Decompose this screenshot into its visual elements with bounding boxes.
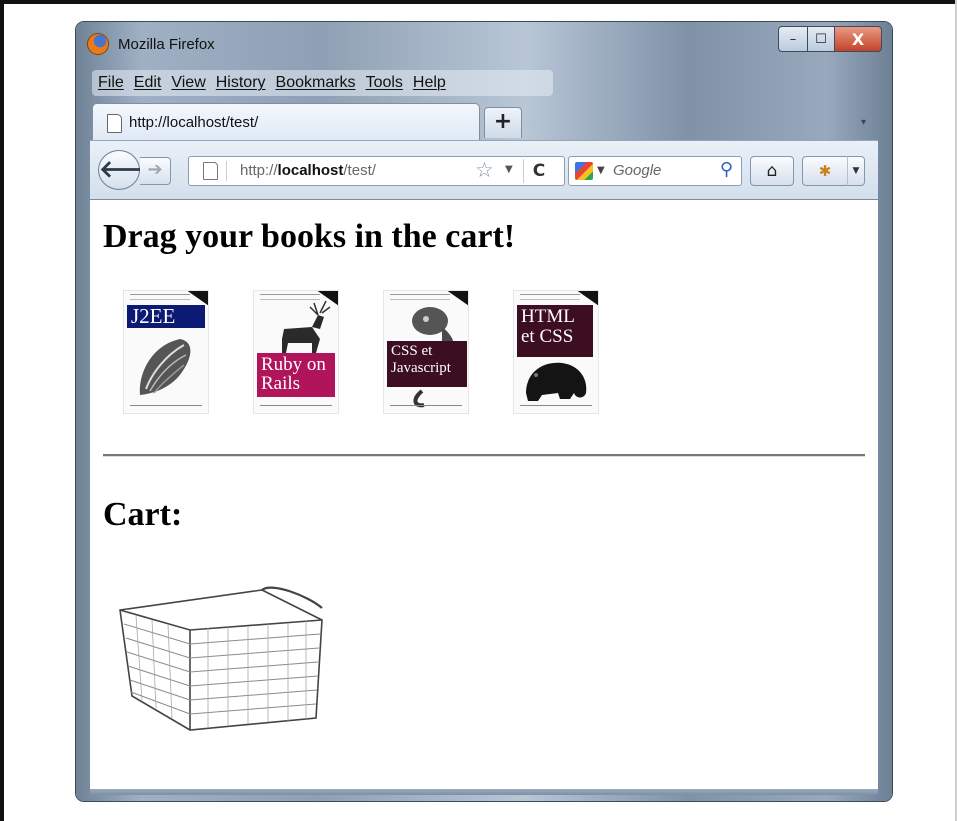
menu-history[interactable]: History — [216, 74, 266, 92]
bear-illustration — [526, 362, 587, 401]
book-title: CSS et Javascript — [387, 341, 467, 387]
tab-localhost-test[interactable]: http://localhost/test/ — [92, 103, 480, 142]
deer-illustration — [282, 300, 331, 353]
window-bottom-border — [90, 789, 878, 795]
book-item[interactable]: HTML et CSS — [513, 290, 599, 414]
page-icon — [107, 114, 122, 133]
search-input[interactable]: Google — [613, 162, 661, 179]
book-item[interactable]: CSS et Javascript — [383, 290, 469, 414]
menu-edit[interactable]: Edit — [134, 74, 162, 92]
figure-frame-left — [0, 0, 4, 821]
cover-header-lines — [130, 294, 190, 300]
chevron-down-icon[interactable]: ▼ — [505, 164, 513, 175]
url-bar[interactable]: http://localhost/test/ ☆ ▼ C — [188, 156, 565, 186]
book-list: J2EE Ruby on Rails CSS et Javascript HTM… — [118, 290, 618, 415]
tab-list-chevron-icon[interactable]: ▾ — [861, 117, 866, 128]
shell-illustration — [139, 339, 191, 395]
chevron-down-icon[interactable]: ▼ — [597, 165, 605, 176]
cover-footer — [390, 405, 462, 409]
cover-header-lines — [520, 294, 580, 300]
page-icon — [203, 162, 218, 180]
firefox-logo-icon — [88, 34, 108, 54]
caption-buttons: – ☐ X — [778, 26, 882, 52]
forward-arrow-icon[interactable]: ➔ — [140, 157, 171, 185]
url-separator — [226, 161, 227, 181]
url-host: localhost — [277, 162, 344, 179]
book-title: Ruby on Rails — [257, 353, 335, 397]
star-icon[interactable]: ☆ — [475, 158, 494, 182]
menu-bookmarks[interactable]: Bookmarks — [276, 74, 356, 92]
reload-icon[interactable]: C — [523, 159, 554, 183]
maximize-button[interactable]: ☐ — [808, 26, 835, 52]
search-bar[interactable]: ▼ Google ⚲ — [568, 156, 742, 186]
close-button[interactable]: X — [835, 26, 882, 52]
window-title: Mozilla Firefox — [118, 36, 215, 53]
book-title: HTML et CSS — [517, 305, 593, 357]
menu-file[interactable]: File — [98, 74, 124, 92]
back-arrow-icon[interactable]: 🡐 — [98, 150, 163, 190]
minimize-button[interactable]: – — [778, 26, 808, 52]
book-item[interactable]: J2EE — [123, 290, 209, 414]
google-icon[interactable] — [575, 162, 593, 180]
url-prefix: http:// — [240, 162, 278, 179]
cart-basket-image[interactable] — [112, 568, 332, 736]
menu-bar: File Edit View History Bookmarks Tools H… — [92, 70, 553, 96]
addon-icon[interactable]: ✱ — [802, 156, 848, 186]
title-bar: Mozilla Firefox – ☐ X — [76, 22, 892, 60]
cover-footer — [260, 405, 332, 409]
new-tab-button[interactable]: + — [484, 107, 522, 138]
search-magnifier-icon[interactable]: ⚲ — [720, 159, 733, 180]
menu-view[interactable]: View — [171, 74, 205, 92]
cover-footer — [520, 405, 592, 409]
cover-footer — [130, 405, 202, 409]
horizontal-rule — [103, 454, 865, 457]
tab-label: http://localhost/test/ — [129, 114, 259, 131]
home-icon[interactable]: ⌂ — [750, 156, 794, 186]
book-title: J2EE — [127, 305, 205, 328]
menu-help[interactable]: Help — [413, 74, 446, 92]
page-heading: Drag your books in the cart! — [103, 218, 516, 255]
chevron-down-icon[interactable]: ▼ — [847, 156, 865, 186]
browser-window: Mozilla Firefox – ☐ X File Edit View His… — [76, 22, 892, 801]
navigation-toolbar: 🡐 ➔ http://localhost/test/ ☆ ▼ C ▼ Googl… — [90, 140, 878, 199]
url-text[interactable]: http://localhost/test/ — [240, 162, 376, 179]
page-content: Drag your books in the cart! J2EE Ruby o… — [90, 199, 878, 790]
figure-frame-top — [0, 0, 957, 4]
cart-heading: Cart: — [103, 496, 183, 533]
url-path: /test/ — [343, 162, 376, 179]
book-item[interactable]: Ruby on Rails — [253, 290, 339, 414]
menu-tools[interactable]: Tools — [366, 74, 403, 92]
